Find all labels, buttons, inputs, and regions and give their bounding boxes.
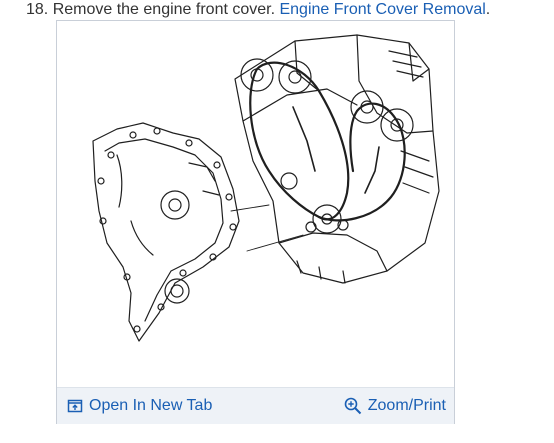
engine-line-drawing (92, 34, 440, 342)
figure-toolbar: Open In New Tab Zoom/Print (57, 387, 454, 424)
zoom-print-label: Zoom/Print (367, 397, 446, 414)
open-in-new-tab-icon (67, 398, 83, 414)
open-in-new-tab-button[interactable]: Open In New Tab (67, 394, 212, 418)
step-suffix: . (485, 1, 491, 18)
step-text: 18. Remove the engine front cover. (26, 1, 280, 18)
open-in-new-tab-label: Open In New Tab (89, 397, 213, 414)
engine-diagram (57, 21, 454, 387)
engine-front-cover-removal-link[interactable]: Engine Front Cover Removal (279, 1, 485, 18)
magnifier-plus-icon (344, 397, 362, 415)
figure-card: Open In New Tab Zoom/Print (56, 20, 455, 424)
step-instruction: 18. Remove the engine front cover. Engin… (26, 0, 490, 20)
front-cover (92, 122, 240, 342)
zoom-print-button[interactable]: Zoom/Print (344, 394, 446, 418)
